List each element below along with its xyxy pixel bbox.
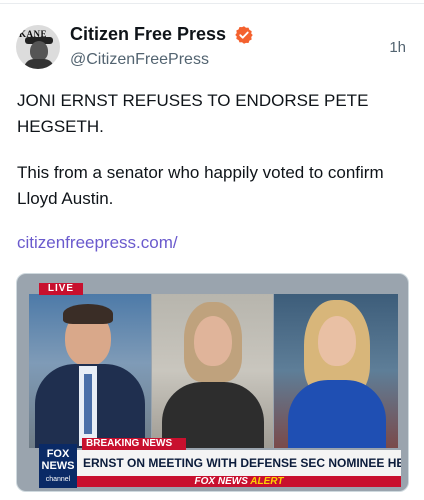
tweet-text-line1: JONI ERNST REFUSES TO ENDORSE PETE HEGSE… xyxy=(17,91,369,136)
video-panel-left xyxy=(29,294,151,448)
top-divider xyxy=(0,0,424,4)
alert-suffix: ALERT xyxy=(250,476,284,487)
video-panel-center xyxy=(152,294,273,448)
alert-bar: FOX NEWS ALERT xyxy=(77,476,401,487)
anchor-hair xyxy=(63,304,113,324)
senator-head xyxy=(194,316,232,366)
alert-prefix: FOX NEWS xyxy=(194,476,248,487)
fox-news-logo: FOX NEWS channel xyxy=(39,444,77,488)
video-panel-right xyxy=(274,294,398,448)
video-media[interactable]: LIVE FOX NEWS channel BREAKING NEWS ERNS… xyxy=(16,273,409,492)
headline-ticker: ERNST ON MEETING WITH DEFENSE SEC NOMINE… xyxy=(77,450,401,476)
anchor-tie xyxy=(84,374,92,434)
breaking-news-label: BREAKING NEWS xyxy=(82,438,186,450)
display-name[interactable]: Citizen Free Press xyxy=(70,24,226,45)
timestamp[interactable]: 1h xyxy=(389,39,406,56)
host-head xyxy=(318,316,356,366)
avatar-body xyxy=(24,59,54,69)
logo-line2: NEWS xyxy=(41,460,75,472)
avatar-logo-text: KANE xyxy=(19,29,48,39)
host-dress xyxy=(288,380,386,448)
verified-badge-icon xyxy=(235,26,253,44)
logo-line3: channel xyxy=(45,476,71,483)
logo-line1: FOX xyxy=(46,448,70,460)
tweet-link[interactable]: citizenfreepress.com/ xyxy=(17,233,178,253)
avatar[interactable]: KANE xyxy=(16,25,60,69)
live-badge: LIVE xyxy=(39,283,83,295)
user-handle[interactable]: @CitizenFreePress xyxy=(70,51,209,69)
avatar-face xyxy=(30,41,48,61)
tweet-text-line2: This from a senator who happily voted to… xyxy=(17,163,384,208)
